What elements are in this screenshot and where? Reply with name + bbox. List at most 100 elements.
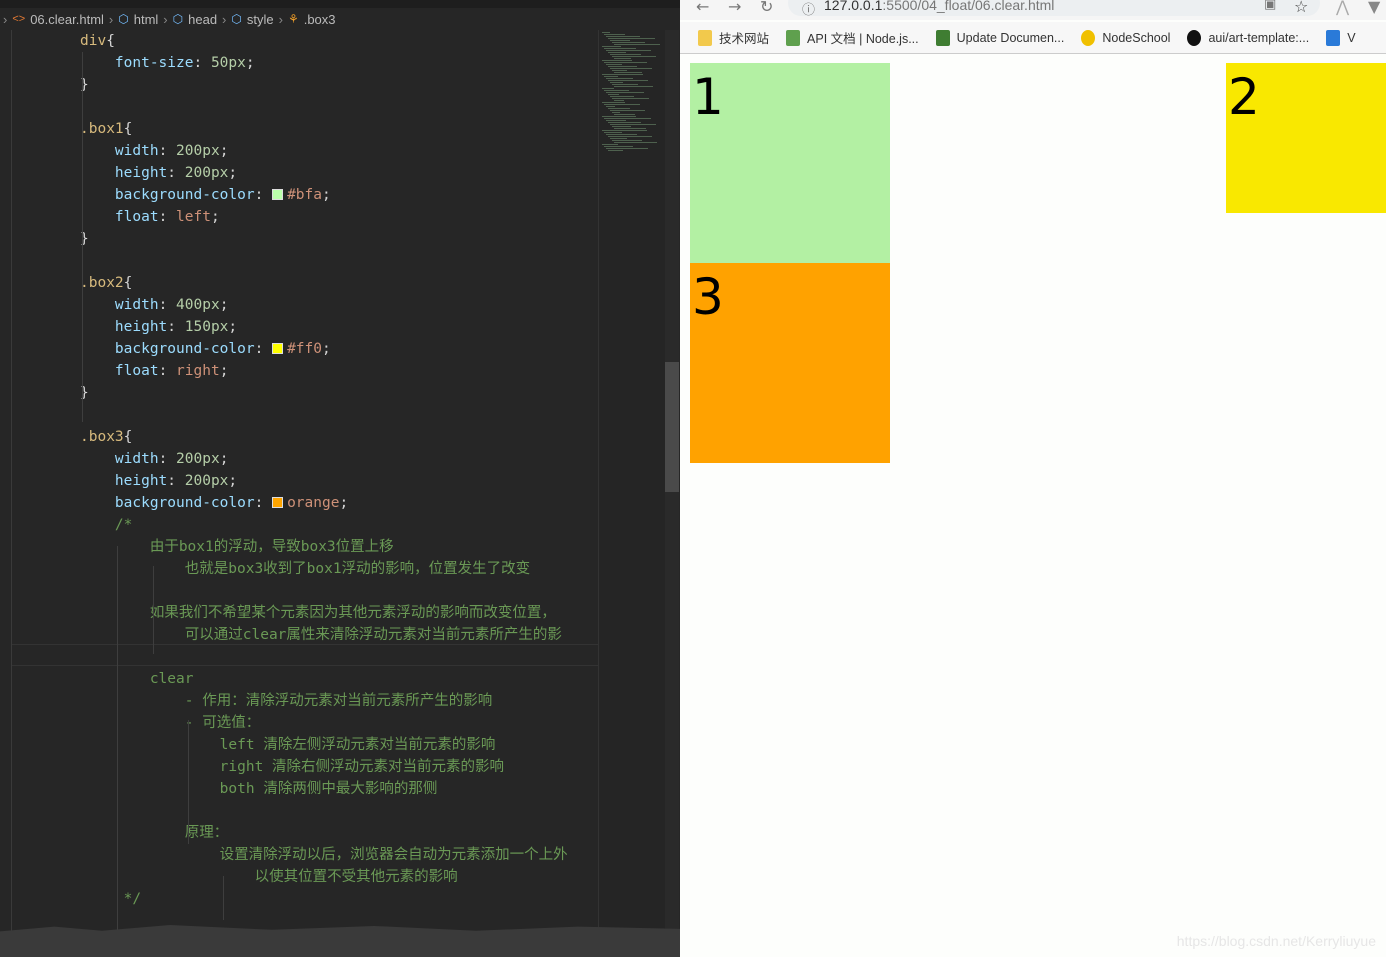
minimap-line — [612, 56, 656, 57]
code-line: div{ — [80, 30, 115, 52]
breadcrumb-item-style[interactable]: style — [247, 12, 274, 27]
code-line: 设置清除浮动以后，浏览器会自动为元素添加一个上外 — [220, 844, 568, 866]
minimap-line — [614, 72, 642, 73]
indent-guide — [223, 876, 224, 920]
code-token: float — [114, 209, 159, 225]
bookmark-item[interactable]: NodeSchool — [1081, 29, 1171, 46]
code-line: width: 400px; — [115, 294, 229, 316]
bookmark-label: API 文档 | Node.js... — [807, 32, 919, 46]
code-line: height: 200px; — [115, 162, 237, 184]
code-line: float: left; — [115, 206, 220, 228]
code-line: height: 150px; — [115, 316, 237, 338]
back-icon[interactable]: ← — [696, 0, 709, 16]
chevron-right-icon: › — [163, 11, 168, 27]
minimap-line — [608, 150, 623, 151]
minimap-line — [610, 82, 623, 83]
minimap-line — [608, 52, 626, 53]
code-line: right 清除右侧浮动元素对当前元素的影响 — [220, 756, 504, 778]
bookmark-item[interactable]: V — [1326, 29, 1356, 46]
code-token: : — [158, 451, 177, 467]
color-swatch-icon[interactable] — [272, 189, 284, 200]
minimap[interactable] — [598, 30, 665, 957]
code-token: #bfa — [287, 187, 322, 203]
bookmark-item[interactable]: API 文档 | Node.js... — [786, 28, 919, 47]
code-line: both 清除两侧中最大影响的那侧 — [220, 778, 438, 800]
code-token: height — [114, 165, 168, 181]
minimap-line — [614, 58, 631, 59]
translate-icon[interactable]: ▣ — [1264, 0, 1276, 12]
code-token: : — [254, 187, 273, 203]
menu-icon[interactable]: ▼ — [1368, 0, 1380, 16]
minimap-line — [608, 122, 641, 123]
code-line: width: 200px; — [115, 448, 229, 470]
minimap-line — [610, 68, 652, 69]
minimap-line — [604, 132, 622, 133]
minimap-line — [604, 76, 618, 77]
editor-scrollbar-thumb[interactable] — [665, 362, 679, 492]
box2-label: 2 — [1228, 68, 1260, 126]
minimap-line — [608, 94, 619, 95]
code-token: ; — [219, 451, 229, 467]
bookmark-item[interactable]: Update Documen... — [935, 29, 1064, 46]
code-area[interactable]: div{font-size: 50px;} .box1{width: 200px;… — [0, 30, 598, 957]
breadcrumb-item-head[interactable]: head — [188, 12, 217, 27]
minimap-line — [612, 98, 649, 99]
code-line: clear — [150, 668, 194, 690]
code-line: - 可选值： — [185, 712, 260, 734]
code-line: /* — [115, 514, 132, 536]
indent-guide — [82, 206, 83, 228]
code-line: .box1{ — [80, 118, 132, 140]
code-line: font-size: 50px; — [115, 52, 255, 74]
extension-icon[interactable]: ⋀ — [1336, 0, 1349, 16]
minimap-line — [604, 104, 640, 105]
code-token: : — [158, 209, 177, 225]
editor-scrollbar[interactable] — [665, 30, 679, 957]
code-token: 150px — [184, 319, 229, 335]
code-token: height — [114, 473, 168, 489]
breadcrumb-item-html[interactable]: html — [134, 12, 159, 27]
indent-guide — [82, 360, 83, 382]
code-token: - 作用：清除浮动元素对当前元素所产生的影响 — [184, 693, 493, 709]
code-line: 也就是box3收到了box1浮动的影响，位置发生了改变 — [185, 558, 530, 580]
color-swatch-icon[interactable] — [272, 497, 284, 508]
code-token: 如果我们不希望某个元素因为其他元素浮动的影响而改变位置， — [149, 605, 556, 621]
minimap-line — [602, 102, 625, 103]
bookmark-label: NodeSchool — [1102, 30, 1171, 45]
breadcrumb-item-box3[interactable]: .box3 — [304, 12, 336, 27]
code-line: 由于box1的浮动，导致box3位置上移 — [150, 536, 394, 558]
minimap-line — [610, 54, 641, 55]
code-token: ; — [321, 187, 331, 203]
code-token: clear — [149, 671, 194, 687]
code-token: .box3 — [80, 429, 124, 445]
color-swatch-icon[interactable] — [272, 343, 284, 354]
code-token: font-size — [114, 55, 194, 71]
bookmark-item[interactable]: aui/art-template:... — [1187, 29, 1309, 46]
address-bar[interactable]: 127.0.0.1:5500/04_float/06.clear.html — [788, 0, 1320, 16]
forward-icon[interactable]: → — [728, 0, 741, 16]
code-token: right 清除右侧浮动元素对当前元素的影响 — [219, 759, 505, 775]
box3: 3 — [690, 263, 890, 463]
star-icon[interactable]: ☆ — [1294, 0, 1308, 16]
code-token: { — [123, 429, 133, 445]
code-token: ; — [228, 165, 238, 181]
code-token: right — [176, 363, 220, 379]
bookmark-label: V — [1347, 30, 1356, 45]
minimap-line — [608, 80, 648, 81]
chevron-right-icon: › — [222, 11, 227, 27]
minimap-line — [606, 106, 615, 107]
bookmark-item[interactable]: 技术网站 — [698, 28, 769, 47]
indent-guide — [117, 546, 118, 946]
minimap-line — [602, 32, 610, 33]
code-line: 原理： — [185, 822, 229, 844]
code-token: ; — [321, 341, 331, 357]
info-icon[interactable]: ⓘ — [802, 0, 815, 18]
code-token: ; — [228, 473, 238, 489]
reload-icon[interactable]: ↻ — [760, 0, 773, 16]
breadcrumb-item-file[interactable]: 06.clear.html — [30, 12, 104, 27]
box3-label: 3 — [692, 268, 724, 326]
minimap-line — [604, 34, 625, 35]
minimap-line — [602, 88, 614, 89]
minimap-line — [610, 96, 634, 97]
watermark: https://blog.csdn.net/Kerryliuyue — [1176, 933, 1376, 949]
code-token: ; — [219, 297, 229, 313]
